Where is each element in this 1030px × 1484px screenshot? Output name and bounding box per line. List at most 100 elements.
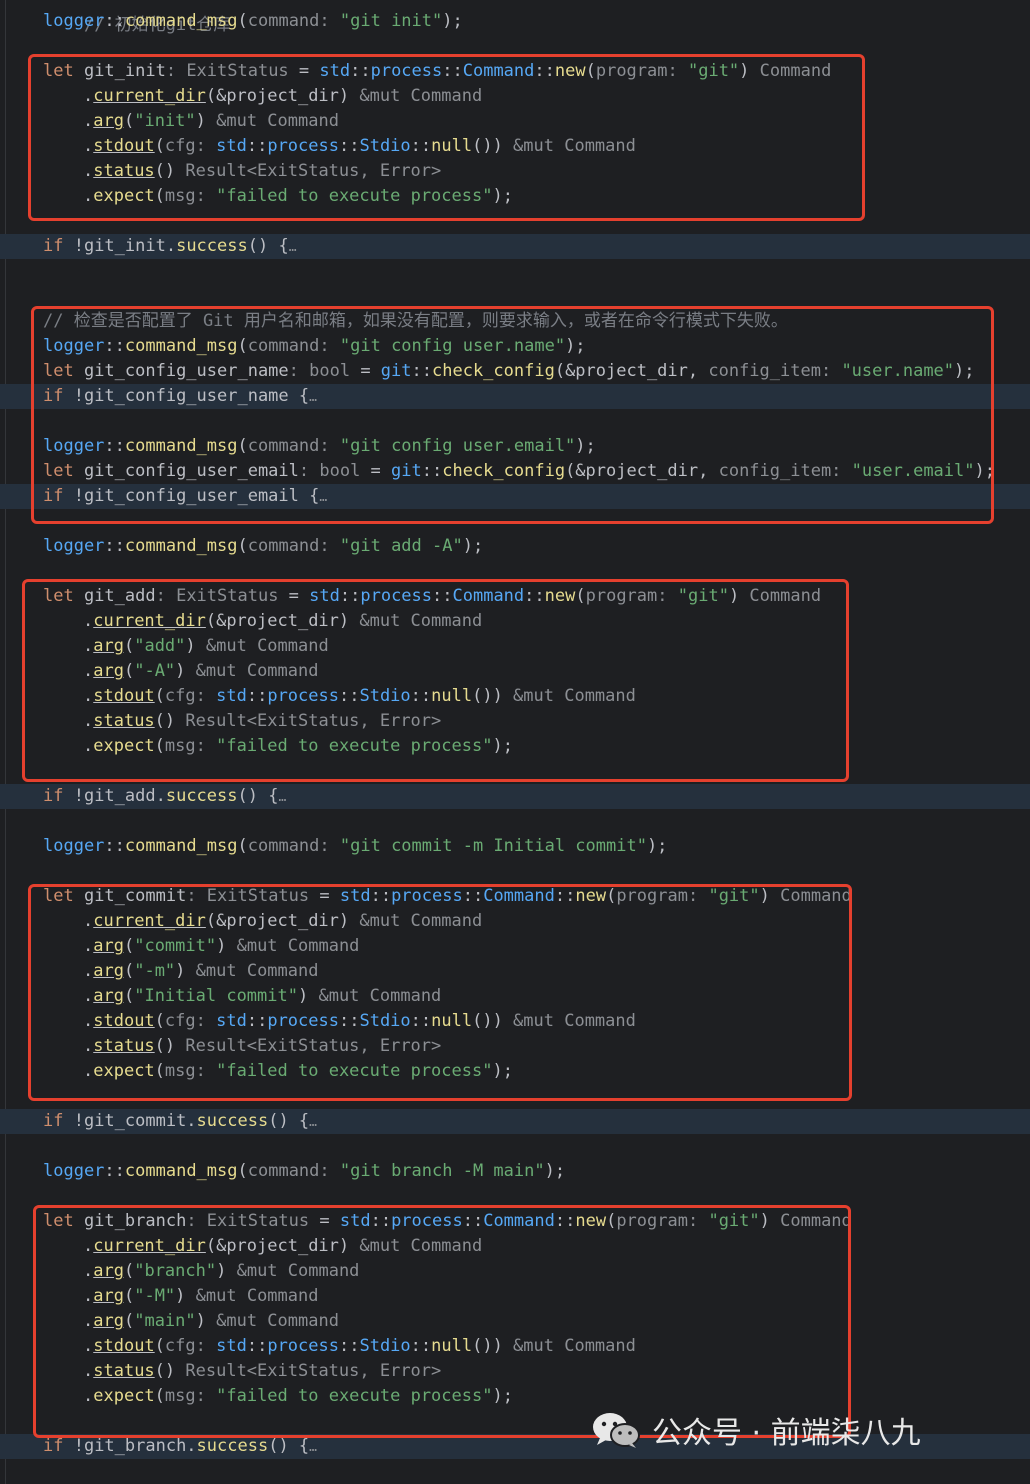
code-line-text: logger::command_msg(command: "git config…	[43, 436, 596, 456]
code-line[interactable]: .arg("-A") &mut Command	[0, 659, 1030, 684]
code-line-text: // 检查是否配置了 Git 用户名和邮箱，如果没有配置，则要求输入，或者在命令…	[43, 311, 788, 331]
code-line[interactable]: .arg("-m") &mut Command	[0, 959, 1030, 984]
code-line[interactable]: if !git_add.success() {…	[0, 784, 1030, 809]
code-line[interactable]: logger::command_msg(command: "git config…	[0, 334, 1030, 359]
code-line[interactable]	[0, 1134, 1030, 1159]
code-line[interactable]: let git_config_user_email: bool = git::c…	[0, 459, 1030, 484]
code-line-text: .arg("branch") &mut Command	[83, 1261, 360, 1281]
code-line[interactable]: .current_dir(&project_dir) &mut Command	[0, 84, 1030, 109]
code-line-text: if !git_config_user_email {…	[43, 486, 328, 506]
code-line[interactable]: .status() Result<ExitStatus, Error>	[0, 1359, 1030, 1384]
code-line-text: .status() Result<ExitStatus, Error>	[83, 711, 442, 731]
code-line[interactable]	[0, 209, 1030, 234]
code-line[interactable]: logger::command_msg(command: "git commit…	[0, 834, 1030, 859]
code-line[interactable]: // 检查是否配置了 Git 用户名和邮箱，如果没有配置，则要求输入，或者在命令…	[0, 309, 1030, 334]
code-line-text: .arg("add") &mut Command	[83, 636, 329, 656]
code-line-text: .current_dir(&project_dir) &mut Command	[83, 86, 483, 106]
code-line-text: .stdout(cfg: std::process::Stdio::null()…	[83, 1011, 636, 1031]
code-line[interactable]: let git_branch: ExitStatus = std::proces…	[0, 1209, 1030, 1234]
code-line-text: logger::command_msg(command: "git init")…	[43, 11, 463, 31]
code-line[interactable]: .arg("-M") &mut Command	[0, 1284, 1030, 1309]
code-line-text: .arg("Initial commit") &mut Command	[83, 986, 442, 1006]
code-line[interactable]: let git_init: ExitStatus = std::process:…	[0, 59, 1030, 84]
code-line-text: logger::command_msg(command: "git add -A…	[43, 536, 484, 556]
code-line[interactable]	[0, 859, 1030, 884]
code-line-text: let git_add: ExitStatus = std::process::…	[43, 586, 822, 606]
code-line[interactable]: .current_dir(&project_dir) &mut Command	[0, 1234, 1030, 1259]
code-line[interactable]	[0, 509, 1030, 534]
code-line[interactable]: logger::command_msg(command: "git init")…	[0, 9, 1030, 34]
code-line-text: .current_dir(&project_dir) &mut Command	[83, 911, 483, 931]
code-line-text: .arg("commit") &mut Command	[83, 936, 360, 956]
code-line[interactable]: .expect(msg: "failed to execute process"…	[0, 1059, 1030, 1084]
code-line-text: .stdout(cfg: std::process::Stdio::null()…	[83, 136, 636, 156]
code-line[interactable]	[0, 1184, 1030, 1209]
code-line[interactable]	[0, 409, 1030, 434]
code-line[interactable]: .arg("commit") &mut Command	[0, 934, 1030, 959]
code-line-text: .arg("-A") &mut Command	[83, 661, 319, 681]
code-line[interactable]: logger::command_msg(command: "git config…	[0, 434, 1030, 459]
code-line-text: logger::command_msg(command: "git branch…	[43, 1161, 566, 1181]
code-line[interactable]	[0, 559, 1030, 584]
code-line-text: if !git_init.success() {…	[43, 236, 297, 256]
code-line[interactable]: .arg("branch") &mut Command	[0, 1259, 1030, 1284]
code-line-text: .arg("init") &mut Command	[83, 111, 339, 131]
code-editor[interactable]: // 初始化git仓库 logger::command_msg(command:…	[0, 0, 1030, 1484]
code-line[interactable]: .arg("Initial commit") &mut Command	[0, 984, 1030, 1009]
code-line-text: .stdout(cfg: std::process::Stdio::null()…	[83, 686, 636, 706]
code-line[interactable]: .stdout(cfg: std::process::Stdio::null()…	[0, 1334, 1030, 1359]
code-line-text: .arg("main") &mut Command	[83, 1311, 339, 1331]
code-line-text: .status() Result<ExitStatus, Error>	[83, 1036, 442, 1056]
code-line[interactable]: logger::command_msg(command: "git branch…	[0, 1159, 1030, 1184]
code-line[interactable]: if !git_init.success() {…	[0, 234, 1030, 259]
code-line[interactable]	[0, 809, 1030, 834]
code-line[interactable]: .stdout(cfg: std::process::Stdio::null()…	[0, 1009, 1030, 1034]
code-line-text: .expect(msg: "failed to execute process"…	[83, 1386, 513, 1406]
code-line[interactable]: let git_config_user_name: bool = git::ch…	[0, 359, 1030, 384]
code-line-text: .current_dir(&project_dir) &mut Command	[83, 1236, 483, 1256]
code-line[interactable]	[0, 1084, 1030, 1109]
code-line[interactable]	[0, 259, 1030, 284]
code-line-text: logger::command_msg(command: "git config…	[43, 336, 586, 356]
code-line-text: if !git_add.success() {…	[43, 786, 287, 806]
code-line-text: let git_config_user_email: bool = git::c…	[43, 461, 995, 481]
code-line-text: let git_config_user_name: bool = git::ch…	[43, 361, 975, 381]
code-line[interactable]: .status() Result<ExitStatus, Error>	[0, 159, 1030, 184]
code-line[interactable]: logger::command_msg(command: "git add -A…	[0, 534, 1030, 559]
code-line-text: .expect(msg: "failed to execute process"…	[83, 736, 513, 756]
code-line[interactable]	[0, 34, 1030, 59]
code-line-text: .stdout(cfg: std::process::Stdio::null()…	[83, 1336, 636, 1356]
code-line-text: logger::command_msg(command: "git commit…	[43, 836, 668, 856]
watermark: 公众号 · 前端柒八九	[590, 1408, 921, 1452]
code-line[interactable]: .status() Result<ExitStatus, Error>	[0, 1034, 1030, 1059]
code-line[interactable]: let git_commit: ExitStatus = std::proces…	[0, 884, 1030, 909]
code-line[interactable]: .expect(msg: "failed to execute process"…	[0, 734, 1030, 759]
code-line[interactable]	[0, 759, 1030, 784]
code-line-text: .status() Result<ExitStatus, Error>	[83, 1361, 442, 1381]
code-line-text: .arg("-m") &mut Command	[83, 961, 319, 981]
code-line-text: let git_branch: ExitStatus = std::proces…	[43, 1211, 852, 1231]
code-line[interactable]: .expect(msg: "failed to execute process"…	[0, 184, 1030, 209]
code-line[interactable]: .arg("init") &mut Command	[0, 109, 1030, 134]
code-line[interactable]: if !git_config_user_name {…	[0, 384, 1030, 409]
code-line-text: .expect(msg: "failed to execute process"…	[83, 186, 513, 206]
code-line[interactable]: .arg("main") &mut Command	[0, 1309, 1030, 1334]
code-line[interactable]	[0, 284, 1030, 309]
code-line[interactable]: let git_add: ExitStatus = std::process::…	[0, 584, 1030, 609]
code-line[interactable]: .current_dir(&project_dir) &mut Command	[0, 909, 1030, 934]
code-line-text: .expect(msg: "failed to execute process"…	[83, 1061, 513, 1081]
watermark-text: 公众号 · 前端柒八九	[652, 1416, 921, 1451]
code-line[interactable]: .status() Result<ExitStatus, Error>	[0, 709, 1030, 734]
code-line[interactable]: if !git_commit.success() {…	[0, 1109, 1030, 1134]
code-line-text: .current_dir(&project_dir) &mut Command	[83, 611, 483, 631]
code-line[interactable]: .stdout(cfg: std::process::Stdio::null()…	[0, 684, 1030, 709]
code-line[interactable]: if !git_config_user_email {…	[0, 484, 1030, 509]
code-line-text: .arg("-M") &mut Command	[83, 1286, 319, 1306]
code-line-text: let git_commit: ExitStatus = std::proces…	[43, 886, 852, 906]
code-line[interactable]: .current_dir(&project_dir) &mut Command	[0, 609, 1030, 634]
code-line[interactable]: .stdout(cfg: std::process::Stdio::null()…	[0, 134, 1030, 159]
code-line[interactable]: .expect(msg: "failed to execute process"…	[0, 1384, 1030, 1409]
code-line-text: if !git_commit.success() {…	[43, 1111, 317, 1131]
code-line[interactable]: .arg("add") &mut Command	[0, 634, 1030, 659]
code-line-text: if !git_config_user_name {…	[43, 386, 317, 406]
